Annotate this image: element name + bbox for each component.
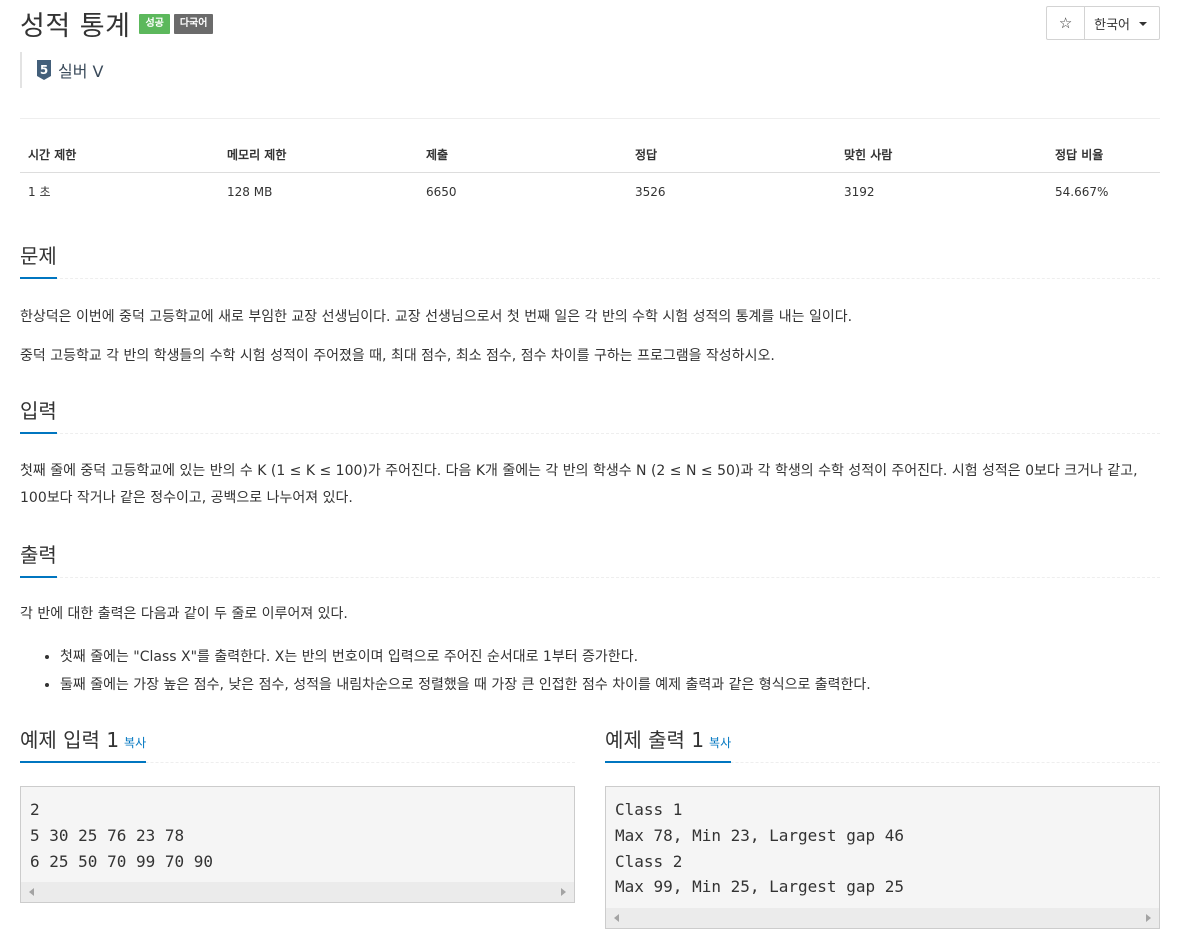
top-right-controls: ☆ 한국어	[1046, 6, 1160, 40]
description-heading-text: 문제	[20, 240, 57, 279]
problem-header: 성적 통계 성공 다국어	[20, 4, 214, 43]
language-label: 한국어	[1094, 17, 1130, 33]
description-paragraph: 중덕 고등학교 각 반의 학생들의 수학 시험 성적이 주어졌을 때, 최대 점…	[20, 348, 775, 364]
time-limit-value: 1 초	[28, 185, 51, 199]
star-icon: ☆	[1058, 14, 1073, 32]
output-heading: 출력	[20, 539, 1160, 578]
sample-input-box[interactable]: 2 5 30 25 76 23 78 6 25 50 70 99 70 90	[20, 786, 575, 904]
header-accepted: 정답	[627, 138, 836, 173]
solved-users-value: 3192	[844, 184, 875, 199]
list-item: 첫째 줄에는 "Class X"를 출력한다. X는 반의 번호이며 입력으로 …	[60, 644, 871, 671]
scroll-left-icon[interactable]	[29, 888, 34, 897]
description-paragraph: 한상덕은 이번에 중덕 고등학교에 새로 부임한 교장 선생님이다. 교장 선생…	[20, 309, 853, 325]
output-heading-text: 출력	[20, 539, 57, 578]
caret-down-icon	[1139, 22, 1147, 26]
star-button[interactable]: ☆	[1047, 7, 1086, 39]
input-description: 첫째 줄에 중덕 고등학교에 있는 반의 수 K (1 ≤ K ≤ 100)가 …	[20, 463, 1138, 506]
input-heading-text: 입력	[20, 395, 57, 434]
sample-output-box[interactable]: Class 1 Max 78, Min 23, Largest gap 46 C…	[605, 786, 1160, 930]
sample-input-heading: 예제 입력 1 복사	[20, 724, 575, 763]
header-time-limit: 시간 제한	[20, 138, 219, 173]
sample-output-heading: 예제 출력 1 복사	[605, 724, 1160, 763]
header-solved-users: 맞힌 사람	[836, 138, 1047, 173]
sample-output-title: 예제 출력 1	[605, 728, 705, 752]
header-memory-limit: 메모리 제한	[219, 138, 418, 173]
copy-sample-input-button[interactable]: 복사	[124, 736, 146, 750]
output-bullet-list: 첫째 줄에는 "Class X"를 출력한다. X는 반의 번호이며 입력으로 …	[20, 644, 871, 700]
horizontal-scrollbar[interactable]	[606, 908, 1159, 929]
info-header-row: 시간 제한 메모리 제한 제출 정답 맞힌 사람 정답 비율	[20, 138, 1160, 173]
sample-input-code: 2 5 30 25 76 23 78 6 25 50 70 99 70 90	[30, 800, 214, 871]
memory-limit-value: 128 MB	[227, 184, 273, 199]
input-heading: 입력	[20, 395, 1160, 434]
scroll-left-icon[interactable]	[614, 914, 619, 923]
tier-icon: 5	[37, 60, 51, 80]
problem-title: 성적 통계	[20, 11, 131, 42]
scroll-right-icon[interactable]	[1146, 914, 1151, 923]
language-dropdown[interactable]: 한국어	[1085, 7, 1159, 39]
header-submissions: 제출	[418, 138, 627, 173]
tier-info: 5 실버 V	[20, 52, 103, 88]
multilang-badge: 다국어	[173, 13, 214, 34]
accepted-value: 3526	[635, 184, 666, 199]
header-accept-ratio: 정답 비율	[1047, 138, 1160, 173]
info-value-row: 1 초 128 MB 6650 3526 3192 54.667%	[20, 173, 1160, 209]
success-badge: 성공	[139, 13, 170, 34]
copy-sample-output-button[interactable]: 복사	[709, 736, 731, 750]
description-heading: 문제	[20, 240, 1160, 279]
divider	[20, 118, 1160, 119]
list-item: 둘째 줄에는 가장 높은 점수, 낮은 점수, 성적을 내림차순으로 정렬했을 …	[60, 672, 871, 699]
horizontal-scrollbar[interactable]	[21, 882, 574, 903]
tier-number: 5	[40, 63, 48, 77]
output-description: 각 반에 대한 출력은 다음과 같이 두 줄로 이루어져 있다.	[20, 606, 348, 622]
sample-input-title: 예제 입력 1	[20, 728, 120, 752]
tier-label: 실버 V	[58, 62, 104, 81]
sample-output-code: Class 1 Max 78, Min 23, Largest gap 46 C…	[615, 800, 904, 897]
scroll-right-icon[interactable]	[561, 888, 566, 897]
problem-info-table: 시간 제한 메모리 제한 제출 정답 맞힌 사람 정답 비율 1 초 128 M…	[20, 138, 1160, 208]
accept-ratio-value: 54.667%	[1055, 184, 1109, 199]
submissions-value: 6650	[426, 184, 457, 199]
